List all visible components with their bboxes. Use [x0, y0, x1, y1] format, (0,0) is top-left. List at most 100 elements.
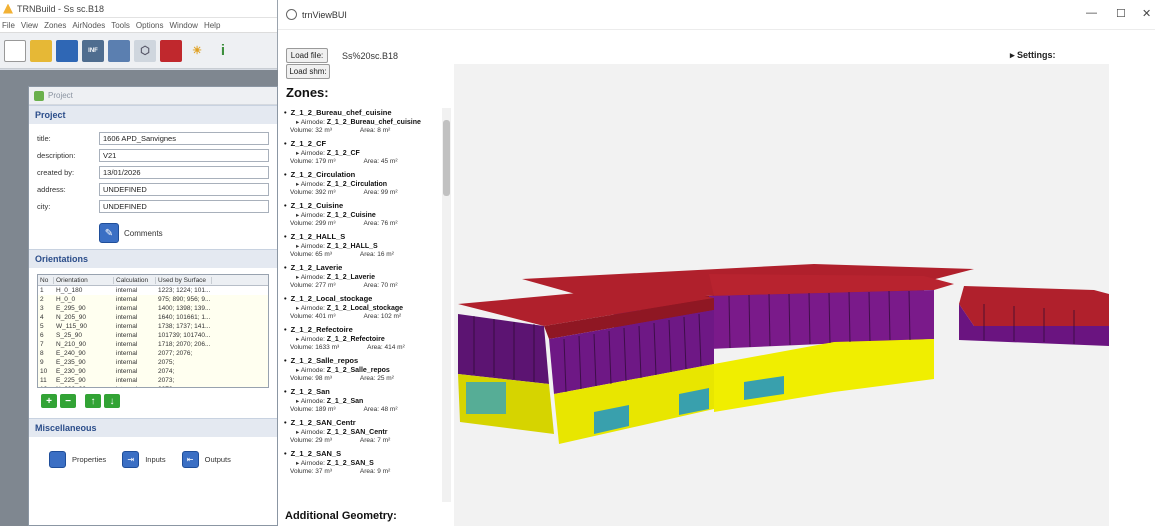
cube-icon[interactable]: ⬡: [134, 39, 156, 62]
zone-name[interactable]: Z_1_2_San: [284, 387, 442, 398]
menu-view[interactable]: View: [21, 21, 38, 30]
load-file-button[interactable]: Load file:: [286, 48, 328, 63]
table-row[interactable]: 6 S_25_90 internal 101739; 101740...: [38, 331, 268, 340]
zone-name[interactable]: Z_1_2_HALL_S: [284, 232, 442, 243]
info-icon[interactable]: i: [212, 39, 234, 62]
red-cube-icon[interactable]: [160, 39, 182, 62]
zone-airnode[interactable]: ▸ Airnode: Z_1_2_Local_stockage: [284, 305, 442, 313]
zone-airnode[interactable]: ▸ Airnode: Z_1_2_CF: [284, 150, 442, 158]
zone-airnode[interactable]: ▸ Airnode: Z_1_2_San: [284, 398, 442, 406]
menu-airnodes[interactable]: AirNodes: [72, 21, 105, 30]
list-item[interactable]: Z_1_2_SAN_S▸ Airnode: Z_1_2_SAN_SVolume:…: [284, 449, 442, 480]
zone-airnode[interactable]: ▸ Airnode: Z_1_2_Cuisine: [284, 212, 442, 220]
menu-help[interactable]: Help: [204, 21, 220, 30]
col-calculation[interactable]: Calculation: [114, 276, 156, 284]
list-item[interactable]: Z_1_2_SAN_Centr▸ Airnode: Z_1_2_SAN_Cent…: [284, 418, 442, 449]
zone-airnode[interactable]: ▸ Airnode: Z_1_2_Circulation: [284, 181, 442, 189]
zone-airnode[interactable]: ▸ Airnode: Z_1_2_Refectoire: [284, 336, 442, 344]
zone-airnode[interactable]: ▸ Airnode: Z_1_2_HALL_S: [284, 243, 442, 251]
scrollbar-thumb[interactable]: [443, 120, 450, 196]
table-row[interactable]: 12N_220_90internal2072;: [38, 385, 268, 387]
table-row[interactable]: 3 E_295_90 internal 1400; 1398; 139...: [38, 304, 268, 313]
table-row[interactable]: 9 E_235_90 internal 2075;: [38, 358, 268, 367]
list-item[interactable]: Z_1_2_Bureau_chef_cuisine▸ Airnode: Z_1_…: [284, 108, 442, 139]
list-item[interactable]: Z_1_2_Circulation▸ Airnode: Z_1_2_Circul…: [284, 170, 442, 201]
created-by-field[interactable]: 13/01/2026: [99, 166, 269, 179]
list-item[interactable]: Z_1_2_HALL_S▸ Airnode: Z_1_2_HALL_SVolum…: [284, 232, 442, 263]
table-row[interactable]: 1 H_0_180 internal 1223; 1224; 101...: [38, 286, 268, 295]
add-orientation-button[interactable]: +: [41, 394, 57, 408]
list-item[interactable]: Z_1_2_San▸ Airnode: Z_1_2_SanVolume: 189…: [284, 387, 442, 418]
info-save-icon[interactable]: INF: [82, 39, 104, 62]
zone-name[interactable]: Z_1_2_CF: [284, 139, 442, 150]
menu-window[interactable]: Window: [170, 21, 198, 30]
3d-viewport[interactable]: [454, 64, 1109, 526]
facade-front-wing-side: [458, 314, 549, 384]
description-field[interactable]: V21: [99, 149, 269, 162]
menu-options[interactable]: Options: [136, 21, 164, 30]
zone-airnode[interactable]: ▸ Airnode: Z_1_2_Laverie: [284, 274, 442, 282]
maximize-icon[interactable]: ☐: [1116, 7, 1126, 20]
open-folder-icon[interactable]: [30, 39, 52, 62]
list-item[interactable]: Z_1_2_Cuisine▸ Airnode: Z_1_2_CuisineVol…: [284, 201, 442, 232]
col-used-by-surface[interactable]: Used by Surface: [156, 276, 212, 284]
inputs-icon[interactable]: ⇥: [122, 451, 140, 468]
table-row[interactable]: 2 H_0_0 internal 975; 890; 956; 9...: [38, 295, 268, 304]
zone-volume: 189 m³: [315, 406, 336, 413]
table-row[interactable]: 10 E_230_90 internal 2074;: [38, 367, 268, 376]
list-item[interactable]: Z_1_2_CF▸ Airnode: Z_1_2_CFVolume: 179 m…: [284, 139, 442, 170]
table-row[interactable]: 11 E_225_90 internal 2073;: [38, 376, 268, 385]
zone-airnode[interactable]: ▸ Airnode: Z_1_2_SAN_S: [284, 460, 442, 468]
comments-button[interactable]: ✎ Comments: [99, 223, 277, 243]
zone-name[interactable]: Z_1_2_Circulation: [284, 170, 442, 181]
table-row[interactable]: 5 W_115_90 internal 1738; 1737; 141...: [38, 322, 268, 331]
close-icon[interactable]: ✕: [1142, 7, 1151, 20]
menu-tools[interactable]: Tools: [111, 21, 130, 30]
zone-name[interactable]: Z_1_2_SAN_S: [284, 449, 442, 460]
zone-metrics: Volume: 277 m³ Area: 70 m²: [284, 282, 442, 294]
properties-icon[interactable]: [49, 451, 66, 468]
zone-name[interactable]: Z_1_2_Local_stockage: [284, 294, 442, 305]
properties-label[interactable]: Properties: [72, 455, 106, 464]
zone-airnode[interactable]: ▸ Airnode: Z_1_2_Bureau_chef_cuisine: [284, 119, 442, 127]
list-item[interactable]: Z_1_2_Laverie▸ Airnode: Z_1_2_LaverieVol…: [284, 263, 442, 294]
outputs-label[interactable]: Outputs: [205, 455, 231, 464]
remove-orientation-button[interactable]: −: [60, 394, 76, 408]
move-up-button[interactable]: ↑: [85, 394, 101, 408]
col-no[interactable]: No: [38, 276, 54, 284]
zone-name[interactable]: Z_1_2_Laverie: [284, 263, 442, 274]
zone-name[interactable]: Z_1_2_Bureau_chef_cuisine: [284, 108, 442, 119]
new-file-icon[interactable]: [4, 39, 26, 62]
cell-orientation: H_0_180: [56, 287, 83, 294]
sun-icon[interactable]: ☀: [186, 39, 208, 62]
zones-scrollbar[interactable]: [442, 108, 451, 502]
minimize-icon[interactable]: —: [1086, 7, 1097, 19]
zone-airnode[interactable]: ▸ Airnode: Z_1_2_Salle_repos: [284, 367, 442, 375]
zone-name[interactable]: Z_1_2_Refectoire: [284, 325, 442, 336]
table-row[interactable]: 8 E_240_90 internal 2077; 2076;: [38, 349, 268, 358]
list-item[interactable]: Z_1_2_Local_stockage▸ Airnode: Z_1_2_Loc…: [284, 294, 442, 325]
col-orientation[interactable]: Orientation: [54, 276, 114, 284]
printer-icon[interactable]: [108, 39, 130, 62]
save-icon[interactable]: [56, 39, 78, 62]
menu-zones[interactable]: Zones: [44, 21, 66, 30]
menu-file[interactable]: File: [2, 21, 15, 30]
list-item[interactable]: Z_1_2_Salle_repos▸ Airnode: Z_1_2_Salle_…: [284, 356, 442, 387]
table-row[interactable]: 7 N_210_90 internal 1718; 2070; 206...: [38, 340, 268, 349]
title-field[interactable]: 1606 APD_Sanvignes: [99, 132, 269, 145]
list-item[interactable]: Z_1_2_Refectoire▸ Airnode: Z_1_2_Refecto…: [284, 325, 442, 356]
city-field[interactable]: UNDEFINED: [99, 200, 269, 213]
inputs-label[interactable]: Inputs: [145, 455, 165, 464]
zone-airnode[interactable]: ▸ Airnode: Z_1_2_SAN_Centr: [284, 429, 442, 437]
outputs-icon[interactable]: ⇤: [181, 451, 199, 468]
table-row[interactable]: 4 N_205_90 internal 1640; 101661; 1...: [38, 313, 268, 322]
load-shm-button[interactable]: Load shm:: [286, 64, 330, 79]
move-down-button[interactable]: ↓: [104, 394, 120, 408]
settings-toggle[interactable]: ▸ Settings:: [1010, 50, 1056, 61]
cell-calculation: internal: [116, 296, 138, 303]
building-3d-model[interactable]: [454, 64, 1109, 526]
zone-name[interactable]: Z_1_2_Salle_repos: [284, 356, 442, 367]
address-field[interactable]: UNDEFINED: [99, 183, 269, 196]
zone-name[interactable]: Z_1_2_Cuisine: [284, 201, 442, 212]
zone-name[interactable]: Z_1_2_SAN_Centr: [284, 418, 442, 429]
